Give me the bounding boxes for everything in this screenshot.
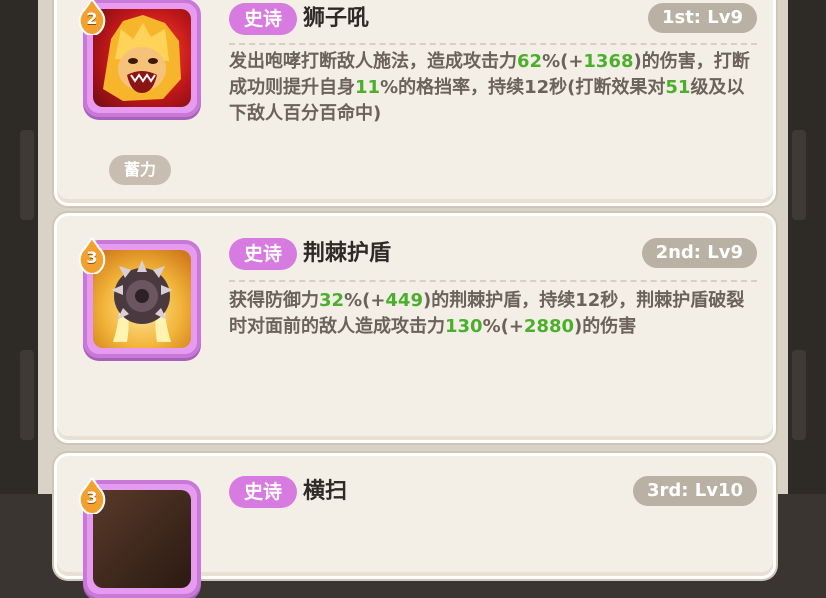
divider [229, 43, 757, 45]
left-border [0, 0, 38, 494]
rank-number: 3 [86, 488, 98, 507]
skill-card[interactable]: 2 史诗 狮子吼 1st: Lv9 发出咆哮打断敌人施法，造成攻击力62%(+1… [54, 0, 776, 206]
lion-roar-icon [93, 9, 191, 107]
skill-tag: 蓄力 [109, 155, 171, 185]
tier-badge: 史诗 [229, 3, 297, 35]
rank-number: 3 [86, 248, 98, 267]
skill-name: 荆棘护盾 [303, 241, 392, 266]
right-border [788, 0, 826, 494]
skill-level: 2nd: Lv9 [641, 238, 757, 268]
rank-badge: 3 [77, 238, 107, 274]
tier-badge: 史诗 [229, 476, 297, 508]
skill-description: 发出咆哮打断敌人施法，造成攻击力62%(+1368)的伤害，打断成功则提升自身1… [229, 51, 750, 124]
skill-card[interactable]: 3 史诗 横扫 3rd: Lv10 [54, 453, 776, 598]
skill-description: 获得防御力32%(+449)的荆棘护盾，持续12秒，荆棘护盾破裂时对面前的敌人造… [229, 290, 745, 337]
skill-list[interactable]: 2 史诗 狮子吼 1st: Lv9 发出咆哮打断敌人施法，造成攻击力62%(+1… [38, 0, 788, 598]
skill-card[interactable]: 3 史诗 荆棘护盾 2nd: Lv9 获得防御力32%(+449)的荆棘护盾，持… [54, 213, 776, 443]
rank-badge: 3 [77, 478, 107, 514]
rank-badge: 2 [77, 0, 107, 35]
skill-level: 3rd: Lv10 [632, 476, 757, 506]
tier-badge: 史诗 [229, 238, 297, 270]
skill-name: 狮子吼 [303, 6, 370, 31]
divider [229, 280, 757, 282]
thorn-shield-icon [93, 250, 191, 348]
skill-name: 横扫 [303, 479, 348, 504]
skill-level: 1st: Lv9 [647, 3, 757, 33]
rank-number: 2 [86, 9, 98, 28]
sweep-icon [93, 490, 191, 588]
